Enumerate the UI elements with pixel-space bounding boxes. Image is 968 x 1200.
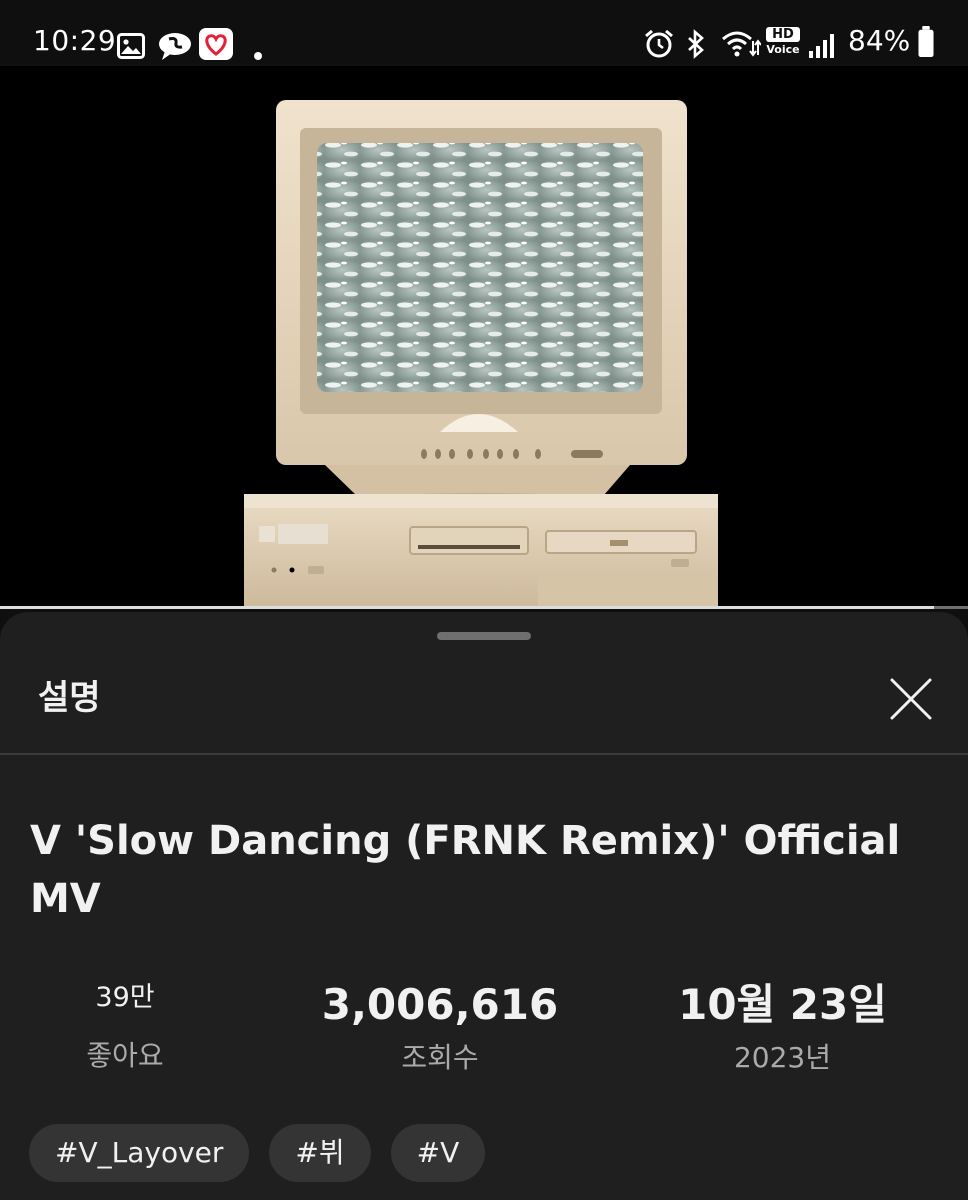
hd-label: HD xyxy=(766,27,800,42)
views-count: 3,006,616 xyxy=(321,980,559,1029)
wifi-icon xyxy=(722,31,761,57)
battery-percent: 84% xyxy=(848,24,911,57)
publish-year: 2023년 xyxy=(733,1041,832,1074)
hashtag-chip[interactable]: #V xyxy=(390,1124,486,1182)
publish-date: 10월 23일 xyxy=(678,980,887,1029)
video-frame-retro-computer xyxy=(244,100,718,608)
hd-voice-icon: HD Voice xyxy=(766,27,800,59)
likes-label: 좋아요 xyxy=(86,1039,164,1072)
drag-handle[interactable] xyxy=(437,632,531,640)
close-button[interactable] xyxy=(884,672,938,726)
voice-label: Voice xyxy=(766,43,800,56)
likes-stat: 39만 좋아요 xyxy=(40,976,210,1074)
video-progress-bar[interactable] xyxy=(0,606,968,609)
heart-badge-icon xyxy=(199,28,233,60)
views-label: 조회수 xyxy=(401,1041,479,1074)
divider xyxy=(0,753,968,755)
screen: 10:29 HD Voice 84% 설명 V 'Slow Dancing (F… xyxy=(0,0,968,1200)
video-progress-remaining xyxy=(934,606,968,609)
bluetooth-icon xyxy=(688,29,704,59)
chat-bubble-icon xyxy=(159,33,191,60)
video-title: V 'Slow Dancing (FRNK Remix)' Official M… xyxy=(30,818,901,922)
description-sheet: 설명 V 'Slow Dancing (FRNK Remix)' Officia… xyxy=(0,612,968,1200)
alarm-icon xyxy=(645,29,673,58)
signal-icon xyxy=(809,34,834,58)
gallery-icon xyxy=(117,33,145,59)
likes-count: 39만 xyxy=(95,982,155,1013)
views-stat: 3,006,616 조회수 xyxy=(300,976,580,1076)
status-bar: 10:29 HD Voice 84% xyxy=(0,0,968,66)
sheet-title: 설명 xyxy=(38,678,101,718)
date-stat: 10월 23일 2023년 xyxy=(660,976,905,1076)
video-player[interactable] xyxy=(0,66,968,608)
close-icon xyxy=(890,678,932,720)
status-time: 10:29 xyxy=(33,24,117,57)
hashtag-chip[interactable]: #뷔 xyxy=(269,1124,371,1182)
battery-icon xyxy=(918,26,934,58)
hashtag-chip[interactable]: #V_Layover xyxy=(29,1124,250,1182)
hashtag-list: #V_Layover #뷔 #V xyxy=(29,1124,486,1182)
